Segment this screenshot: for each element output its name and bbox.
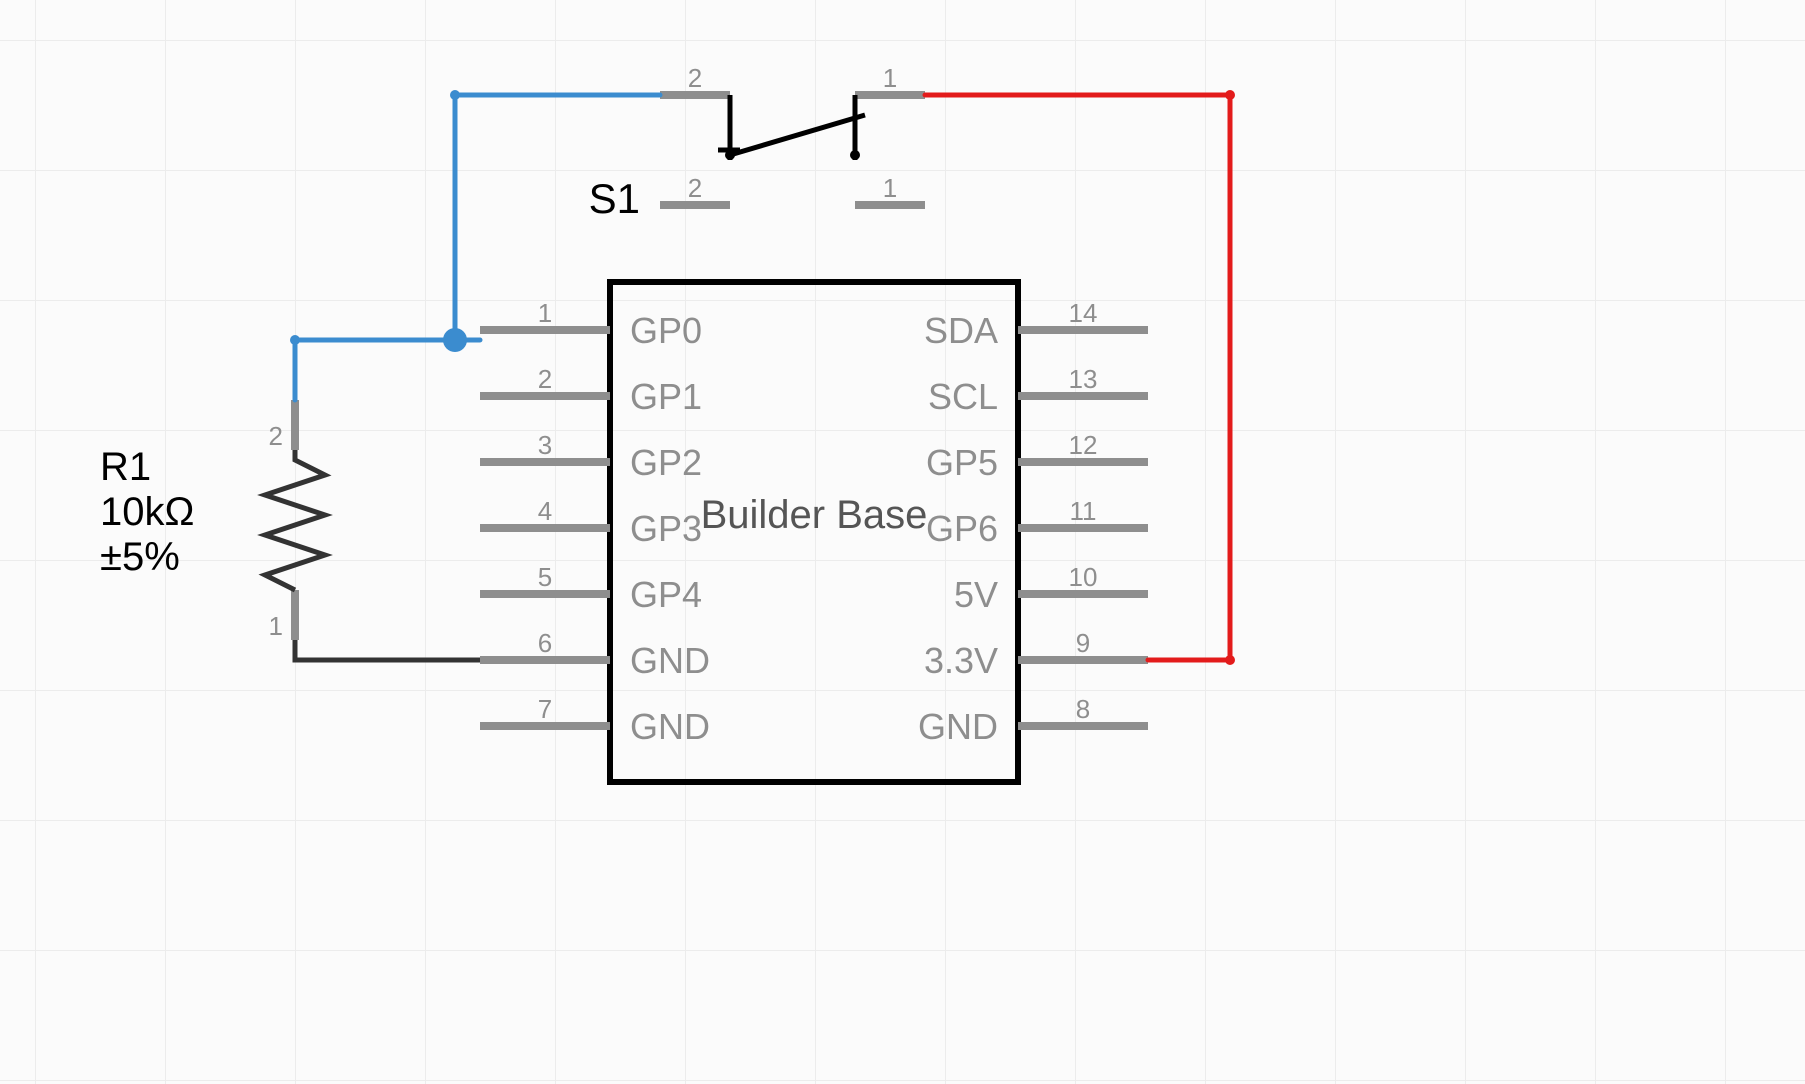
sw-pin-tl: 2 — [688, 63, 702, 93]
switch-s1: 2 1 2 1 S1 — [589, 63, 925, 222]
pin-num-3: 3 — [538, 430, 552, 460]
pin-num-8: 8 — [1076, 694, 1090, 724]
pin-num-12: 12 — [1069, 430, 1098, 460]
pin-num-6: 6 — [538, 628, 552, 658]
resistor-tol: ±5% — [100, 535, 180, 579]
ic-left-pins: 1 GP0 2 GP1 3 GP2 4 GP3 5 GP4 6 GND 7 — [480, 298, 710, 747]
pin-name-gnd-r: GND — [918, 706, 998, 747]
pin-num-5: 5 — [538, 562, 552, 592]
pin-num-10: 10 — [1069, 562, 1098, 592]
wire-r1-to-gnd — [295, 640, 480, 660]
switch-ref: S1 — [589, 175, 640, 222]
resistor-r1: 2 1 R1 10kΩ ±5% — [100, 400, 325, 641]
node-s1-2 — [450, 90, 460, 100]
pin-name-gnd-l2: GND — [630, 706, 710, 747]
pin-name-5v: 5V — [954, 574, 998, 615]
ic-builder-base: Builder Base 1 GP0 2 GP1 3 GP2 4 GP3 5 G… — [480, 282, 1148, 782]
pin-num-1: 1 — [538, 298, 552, 328]
r-pin-2: 2 — [269, 421, 283, 451]
node-r1-top — [290, 335, 300, 345]
sw-pin-bl: 2 — [688, 173, 702, 203]
node-s1-1 — [1225, 90, 1235, 100]
pin-name-gp5: GP5 — [926, 442, 998, 483]
sw-pin-tr: 1 — [883, 63, 897, 93]
pin-num-4: 4 — [538, 496, 552, 526]
resistor-value: 10kΩ — [100, 490, 194, 534]
pin-name-gp4: GP4 — [630, 574, 702, 615]
pin-num-7: 7 — [538, 694, 552, 724]
pin-name-gp6: GP6 — [926, 508, 998, 549]
pin-name-gp2: GP2 — [630, 442, 702, 483]
wire-junction-to-r1 — [295, 340, 455, 400]
ic-name: Builder Base — [701, 493, 928, 537]
pin-num-11: 11 — [1070, 496, 1097, 526]
pin-name-3v3: 3.3V — [924, 640, 998, 681]
pin-name-gnd-l1: GND — [630, 640, 710, 681]
sw-pin-br: 1 — [883, 173, 897, 203]
pin-num-9: 9 — [1076, 628, 1090, 658]
r-pin-1: 1 — [269, 611, 283, 641]
pin-name-gp3: GP3 — [630, 508, 702, 549]
pin-name-scl: SCL — [928, 376, 998, 417]
pin-num-13: 13 — [1069, 364, 1098, 394]
pin-name-sda: SDA — [924, 310, 998, 351]
node-gp0-junction — [443, 328, 467, 352]
pin-name-gp0: GP0 — [630, 310, 702, 351]
resistor-ref: R1 — [100, 445, 151, 489]
node-3v3 — [1225, 655, 1235, 665]
ic-right-pins: 14 SDA 13 SCL 12 GP5 11 GP6 10 5V 9 3.3V… — [918, 298, 1148, 747]
pin-num-2: 2 — [538, 364, 552, 394]
pin-num-14: 14 — [1069, 298, 1098, 328]
pin-name-gp1: GP1 — [630, 376, 702, 417]
